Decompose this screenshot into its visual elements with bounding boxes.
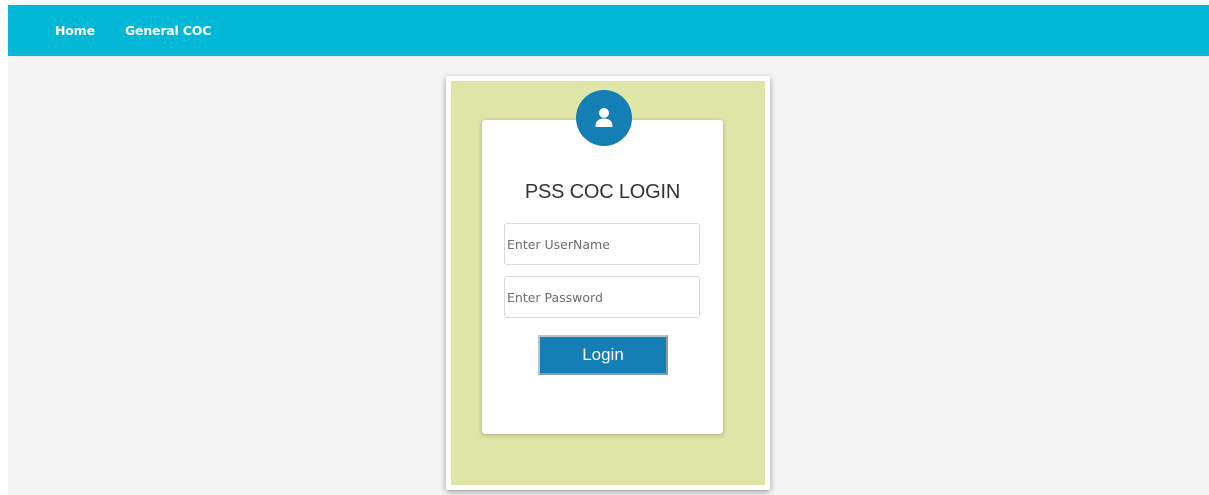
nav-link-home[interactable]: Home <box>55 23 95 38</box>
top-navbar: Home General COC <box>8 5 1209 56</box>
page-background: Home General COC PSS COC LOGIN Login <box>8 5 1209 495</box>
user-icon <box>595 108 613 127</box>
nav-link-general-coc[interactable]: General COC <box>125 23 211 38</box>
user-avatar <box>576 90 632 146</box>
login-button[interactable]: Login <box>538 335 668 375</box>
password-input[interactable] <box>504 276 700 318</box>
login-title: PSS COC LOGIN <box>524 181 681 203</box>
login-frame: PSS COC LOGIN Login <box>446 76 770 490</box>
username-input[interactable] <box>504 223 700 265</box>
